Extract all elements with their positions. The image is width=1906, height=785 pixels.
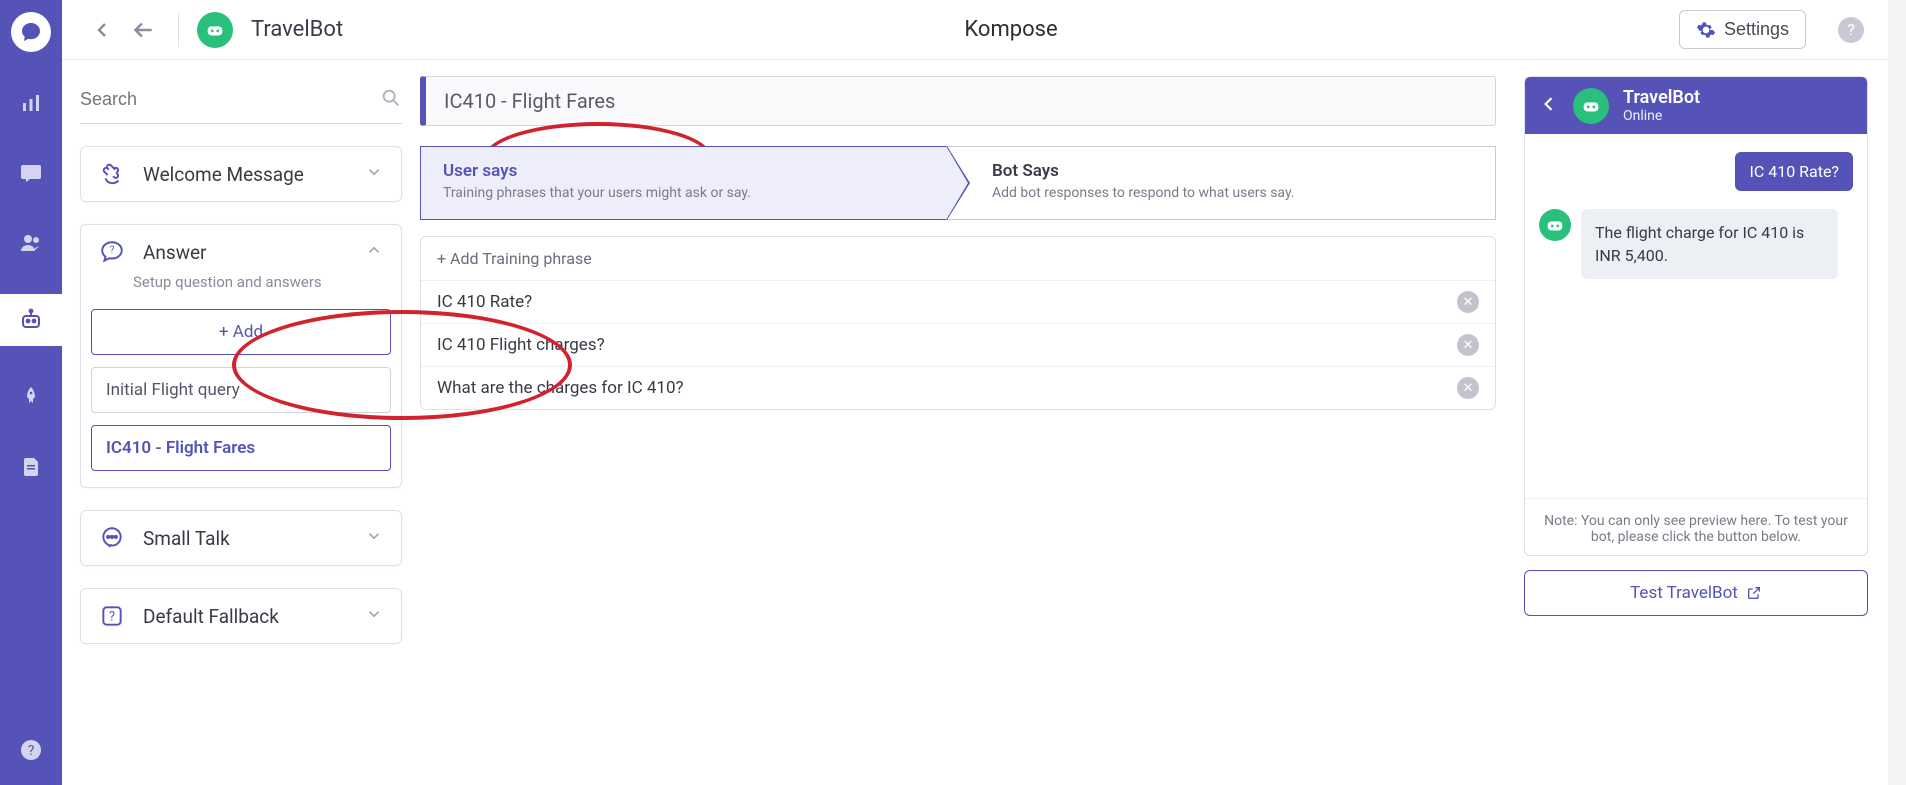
welcome-section[interactable]: Welcome Message xyxy=(80,146,402,202)
intent-title-input[interactable]: IC410 - Flight Fares xyxy=(420,76,1496,126)
bot-avatar xyxy=(1573,88,1609,124)
smalltalk-section[interactable]: Small Talk xyxy=(80,510,402,566)
external-link-icon xyxy=(1746,585,1762,601)
chevron-down-icon xyxy=(365,527,383,549)
chevron-up-icon xyxy=(365,241,383,263)
search-input[interactable] xyxy=(80,89,380,110)
tab-switcher: User says Training phrases that your use… xyxy=(420,146,1496,220)
help-icon[interactable]: ? xyxy=(1838,17,1864,43)
settings-label: Settings xyxy=(1724,19,1789,40)
add-phrase-input[interactable]: + Add Training phrase xyxy=(421,237,1495,281)
chat-header: TravelBot Online xyxy=(1525,77,1867,134)
smalltalk-label: Small Talk xyxy=(143,527,347,550)
back-arrow-icon[interactable] xyxy=(126,13,160,47)
add-intent-button[interactable]: + Add xyxy=(91,309,391,355)
training-phrase-list: + Add Training phrase IC 410 Rate? ✕ IC … xyxy=(420,236,1496,410)
user-message: IC 410 Rate? xyxy=(1735,152,1853,191)
welcome-label: Welcome Message xyxy=(143,163,347,186)
left-panel: Welcome Message ? Answer xyxy=(80,76,402,785)
nav-conversations-icon[interactable] xyxy=(12,154,50,192)
bot-avatar xyxy=(197,12,233,48)
bot-message: The flight charge for IC 410 is INR 5,40… xyxy=(1581,209,1838,279)
tab-user-says[interactable]: User says Training phrases that your use… xyxy=(420,146,947,220)
answer-label: Answer xyxy=(143,241,347,264)
settings-button[interactable]: Settings xyxy=(1679,10,1806,49)
svg-text:?: ? xyxy=(28,743,35,759)
chat-icon xyxy=(99,525,125,551)
bot-tab-subtitle: Add bot responses to respond to what use… xyxy=(992,185,1473,201)
center-editor: IC410 - Flight Fares User says Training … xyxy=(420,76,1506,785)
delete-phrase-icon[interactable]: ✕ xyxy=(1457,334,1479,356)
brand-logo[interactable] xyxy=(11,12,51,52)
back-button[interactable] xyxy=(86,13,120,47)
chevron-down-icon xyxy=(365,605,383,627)
user-tab-title: User says xyxy=(443,161,924,181)
svg-text:?: ? xyxy=(110,245,115,256)
delete-phrase-icon[interactable]: ✕ xyxy=(1457,291,1479,313)
nav-help-icon[interactable]: ? xyxy=(12,731,50,769)
bot-avatar xyxy=(1539,209,1571,241)
fallback-label: Default Fallback xyxy=(143,605,347,628)
phrase-text: IC 410 Flight charges? xyxy=(437,335,605,355)
phrase-row[interactable]: IC 410 Rate? ✕ xyxy=(421,281,1495,324)
answer-icon: ? xyxy=(99,239,125,265)
fallback-icon: ? xyxy=(99,603,125,629)
gear-icon xyxy=(1696,20,1716,40)
preview-bot-status: Online xyxy=(1623,108,1700,124)
app-title: Kompose xyxy=(361,17,1661,42)
search-box[interactable] xyxy=(80,76,402,124)
tab-bot-says[interactable]: Bot Says Add bot responses to respond to… xyxy=(947,146,1496,220)
wave-icon xyxy=(99,161,125,187)
nav-bot-icon[interactable] xyxy=(0,294,62,346)
delete-phrase-icon[interactable]: ✕ xyxy=(1457,377,1479,399)
bot-tab-title: Bot Says xyxy=(992,161,1473,181)
fallback-section[interactable]: ? Default Fallback xyxy=(80,588,402,644)
user-tab-subtitle: Training phrases that your users might a… xyxy=(443,185,924,201)
nav-doc-icon[interactable] xyxy=(12,448,50,486)
phrase-text: IC 410 Rate? xyxy=(437,292,532,312)
preview-bot-name: TravelBot xyxy=(1623,87,1700,108)
chat-body: IC 410 Rate? The flight charge for IC 41… xyxy=(1525,134,1867,498)
divider xyxy=(178,13,179,47)
nav-users-icon[interactable] xyxy=(12,224,50,262)
preview-back-icon[interactable] xyxy=(1539,94,1559,118)
search-icon xyxy=(380,87,402,113)
nav-analytics-icon[interactable] xyxy=(12,84,50,122)
intent-item[interactable]: IC410 - Flight Fares xyxy=(91,425,391,471)
test-bot-button[interactable]: Test TravelBot xyxy=(1524,570,1868,616)
chat-preview: TravelBot Online IC 410 Rate? The flight… xyxy=(1524,76,1868,556)
right-scroll-strip xyxy=(1888,0,1906,785)
phrase-text: What are the charges for IC 410? xyxy=(437,378,684,398)
answer-desc: Setup question and answers xyxy=(133,273,391,291)
chevron-down-icon xyxy=(365,163,383,185)
answer-header[interactable]: ? Answer xyxy=(81,225,401,279)
preview-panel: TravelBot Online IC 410 Rate? The flight… xyxy=(1524,76,1868,785)
nav-rocket-icon[interactable] xyxy=(12,378,50,416)
preview-note: Note: You can only see preview here. To … xyxy=(1525,498,1867,555)
test-bot-label: Test TravelBot xyxy=(1630,583,1738,603)
phrase-row[interactable]: IC 410 Flight charges? ✕ xyxy=(421,324,1495,367)
bot-name: TravelBot xyxy=(251,17,343,42)
left-nav-rail: ? xyxy=(0,0,62,785)
svg-text:?: ? xyxy=(109,609,115,624)
topbar: TravelBot Kompose Settings ? xyxy=(62,0,1888,60)
answer-section: ? Answer Setup question and answers + Ad… xyxy=(80,224,402,488)
phrase-row[interactable]: What are the charges for IC 410? ✕ xyxy=(421,367,1495,409)
intent-item[interactable]: Initial Flight query xyxy=(91,367,391,413)
